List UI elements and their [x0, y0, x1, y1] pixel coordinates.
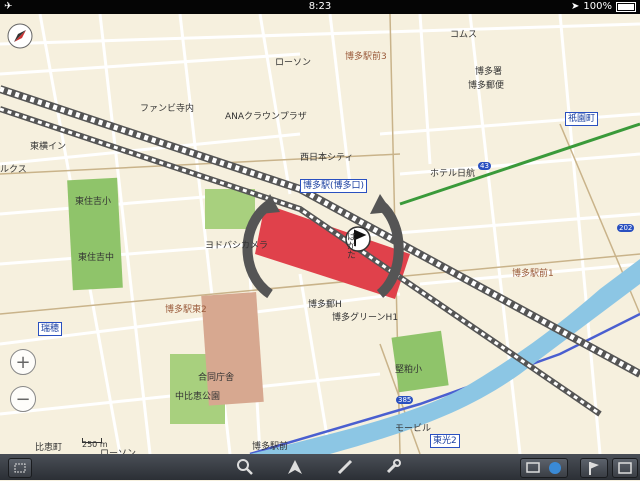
- map-label: 東横イン: [30, 142, 67, 152]
- map-label: 東住吉中: [78, 253, 115, 263]
- fullscreen-icon: [14, 463, 26, 473]
- wrench-icon: [386, 459, 401, 474]
- route-shield: 385: [396, 396, 414, 404]
- fullscreen-button[interactable]: [8, 458, 32, 478]
- place-label-mizuho: 瑞穂: [38, 322, 63, 336]
- navigation-arrow-icon: [288, 460, 302, 474]
- search-icon: [237, 459, 253, 475]
- status-bar: ✈ 8:23 ➤ 100%: [0, 0, 640, 14]
- search-button[interactable]: [235, 457, 255, 477]
- park-small: [205, 189, 255, 229]
- zoom-in-button[interactable]: +: [10, 349, 36, 375]
- map-label: 西日本シティ: [300, 153, 354, 163]
- flag-icon: [589, 462, 599, 475]
- exit-icon: [618, 462, 632, 474]
- place-label-gion: 祇園町: [565, 112, 599, 126]
- bottom-toolbar: [0, 454, 640, 480]
- map-label: ANAクラウンプラザ: [225, 112, 307, 122]
- navigate-button[interactable]: [285, 457, 305, 477]
- route-shield: 43: [478, 162, 491, 170]
- tv-icon: [549, 462, 561, 474]
- map-label: 比恵町: [35, 443, 63, 453]
- map-label: 博多署: [475, 67, 503, 77]
- map-label: 博多駅前: [252, 442, 289, 452]
- settings-button[interactable]: [383, 457, 403, 477]
- map-label: 博多郵H: [308, 300, 342, 310]
- station-label[interactable]: 博多駅(博多口): [300, 179, 368, 193]
- map-label: ルクス: [0, 165, 27, 175]
- map-view[interactable]: 博多駅前3 ローソン ファンビ寺内 ANAクラウンプラザ コムス 博多署 博多郵…: [0, 14, 640, 459]
- location-icon: ➤: [571, 1, 580, 12]
- exit-button[interactable]: [612, 458, 638, 478]
- scale-label: 250 m: [82, 440, 108, 449]
- route-shield: 202: [617, 224, 635, 232]
- zoom-out-button[interactable]: −: [10, 386, 36, 412]
- map-label: はかた: [345, 232, 355, 259]
- map-label: 中比恵公園: [175, 392, 221, 402]
- map-label: 博多駅前1: [512, 269, 554, 279]
- map-label: ファンビ寺内: [140, 104, 195, 114]
- draw-button[interactable]: [335, 457, 355, 477]
- place-label-higashi-ko: 東光2: [430, 434, 460, 448]
- monitor-icon: [526, 462, 540, 473]
- map-label: 博多グリーンH1: [332, 313, 399, 323]
- pencil-icon: [337, 459, 353, 475]
- map-label: 東住吉小: [75, 197, 112, 207]
- display-tv-toggle[interactable]: [520, 458, 568, 478]
- map-label: 堅粕小: [395, 365, 423, 375]
- map-label: 合同庁舎: [198, 373, 235, 383]
- map-label: ヨドバシカメラ: [205, 241, 269, 251]
- map-label: ホテル日航: [430, 169, 476, 179]
- map-label: ローソン: [275, 58, 312, 68]
- map-label: 博多駅前3: [345, 52, 387, 62]
- map-label: 博多駅東2: [165, 305, 207, 315]
- battery-percent: 100%: [583, 1, 612, 12]
- map-canvas[interactable]: [0, 14, 640, 454]
- flag-button[interactable]: [580, 458, 608, 478]
- map-label: モービル: [395, 424, 432, 434]
- map-label: コムス: [450, 30, 478, 40]
- map-label: 博多郵便: [468, 81, 505, 91]
- battery-icon: [616, 2, 636, 12]
- status-time: 8:23: [308, 1, 332, 12]
